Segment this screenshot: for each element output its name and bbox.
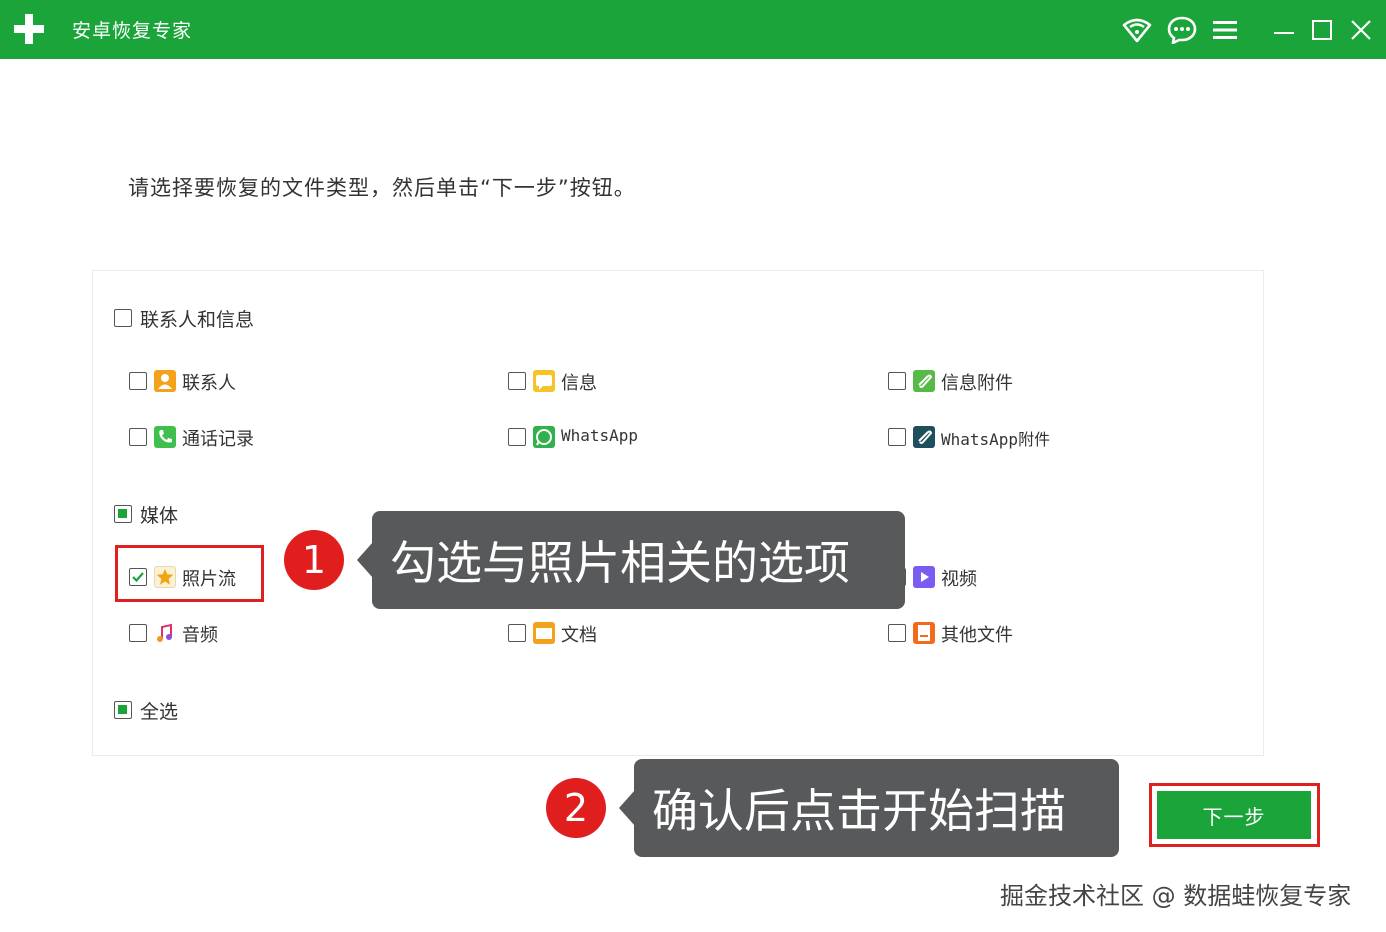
app-logo-icon (14, 14, 45, 44)
watermark: 掘金技术社区 @ 数据蛙恢复专家 (1000, 882, 1352, 910)
group-media-label: 媒体 (140, 505, 179, 527)
chat-icon[interactable] (1166, 14, 1198, 46)
select-all-label: 全选 (140, 701, 179, 723)
whatsapp-attachments-label: WhatsApp附件 (941, 430, 1051, 449)
whatsapp-attachments-checkbox[interactable] (888, 428, 906, 446)
group-contacts-label: 联系人和信息 (140, 309, 255, 331)
title-bar: 安卓恢复专家 (0, 0, 1386, 59)
whatsapp-label: WhatsApp (561, 426, 639, 445)
other-files-label: 其他文件 (941, 625, 1013, 646)
video-icon (913, 566, 935, 588)
step2-badge: 2 (546, 778, 606, 838)
app-title: 安卓恢复专家 (72, 20, 193, 42)
whatsapp-icon (533, 426, 555, 448)
step1-callout: 勾选与照片相关的选项 (372, 511, 905, 609)
maximize-icon[interactable] (1306, 14, 1338, 46)
photo-stream-highlight (115, 545, 264, 602)
message-attachments-checkbox[interactable] (888, 372, 906, 390)
call-logs-label: 通话记录 (182, 429, 254, 450)
messages-checkbox[interactable] (508, 372, 526, 390)
step1-bubble-tail (357, 542, 373, 578)
attachment-icon (913, 370, 935, 392)
menu-icon[interactable] (1209, 14, 1241, 46)
whatsapp-checkbox[interactable] (508, 428, 526, 446)
contacts-label: 联系人 (182, 373, 236, 394)
instruction-text: 请选择要恢复的文件类型，然后单击“下一步”按钮。 (128, 176, 636, 200)
audio-checkbox[interactable] (129, 624, 147, 642)
other-files-checkbox[interactable] (888, 624, 906, 642)
group-contacts-checkbox[interactable] (114, 309, 132, 327)
documents-checkbox[interactable] (508, 624, 526, 642)
step1-badge: 1 (284, 530, 344, 590)
contacts-icon (154, 370, 176, 392)
step2-callout: 确认后点击开始扫描 (634, 759, 1119, 857)
message-icon (533, 370, 555, 392)
select-all-checkbox[interactable] (114, 701, 132, 719)
file-icon (913, 622, 935, 644)
message-attachments-label: 信息附件 (941, 373, 1013, 394)
contacts-checkbox[interactable] (129, 372, 147, 390)
messages-label: 信息 (561, 373, 597, 394)
group-media-checkbox[interactable] (114, 505, 132, 523)
music-note-icon (154, 622, 176, 644)
close-icon[interactable] (1345, 14, 1377, 46)
call-logs-checkbox[interactable] (129, 428, 147, 446)
minimize-icon[interactable] (1268, 14, 1300, 46)
documents-label: 文档 (561, 625, 597, 646)
next-button[interactable]: 下一步 (1157, 791, 1311, 839)
step2-bubble-tail (619, 790, 635, 826)
audio-label: 音频 (182, 625, 218, 646)
video-label: 视频 (941, 569, 977, 590)
folder-icon (533, 622, 555, 644)
whatsapp-attachment-icon (913, 426, 935, 448)
wifi-icon[interactable] (1121, 14, 1153, 46)
phone-icon (154, 426, 176, 448)
